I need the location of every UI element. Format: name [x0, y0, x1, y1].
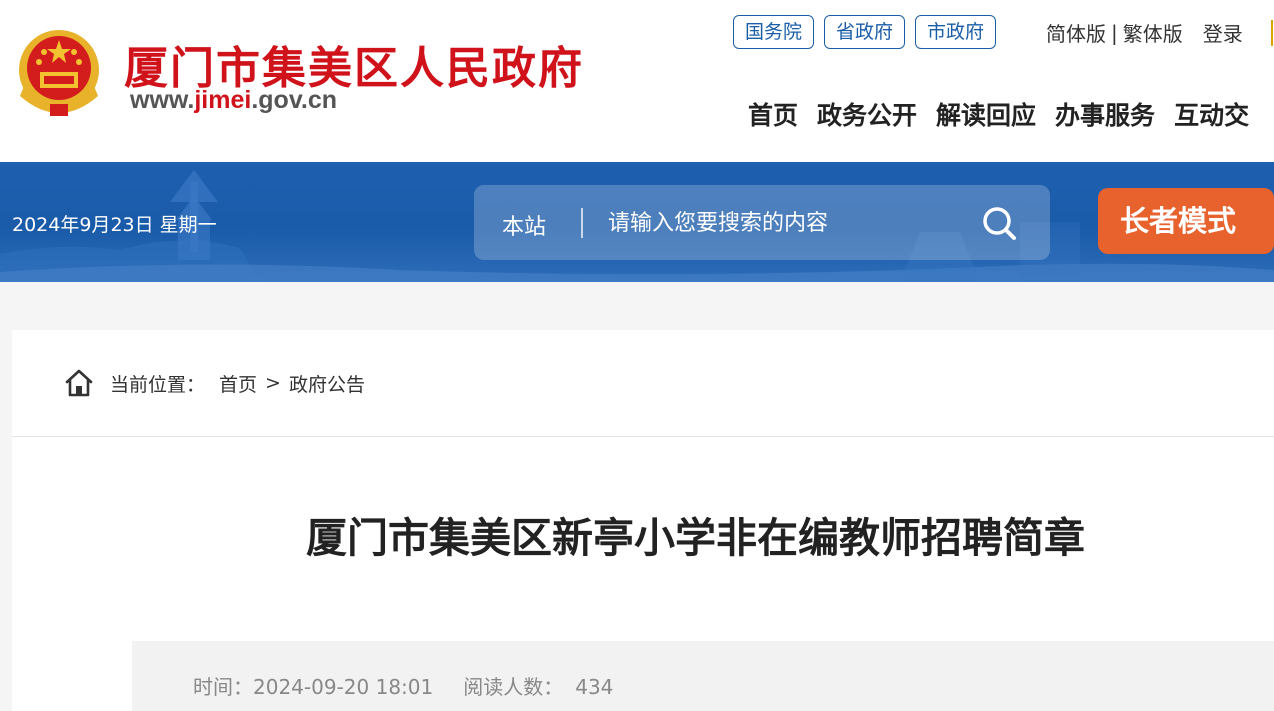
search-box: 本站	[474, 185, 1050, 260]
nav-services[interactable]: 办事服务	[1055, 96, 1155, 132]
view-count: 434	[575, 675, 614, 699]
main-nav: 首页 政务公开 解读回应 办事服务 互动交	[748, 96, 1249, 132]
gov-link-city[interactable]: 市政府	[915, 15, 997, 49]
breadcrumb-label: 当前位置：	[110, 373, 206, 396]
lang-separator: |	[1111, 20, 1118, 45]
url-prefix: www.	[130, 86, 195, 114]
search-scope[interactable]: 本站	[502, 209, 546, 241]
breadcrumb-separator: >	[265, 372, 281, 394]
traditional-chinese-link[interactable]: 繁体版	[1123, 18, 1183, 47]
breadcrumb-divider	[12, 436, 1274, 437]
gov-link-state-council[interactable]: 国务院	[733, 15, 815, 49]
article-title: 厦门市集美区新亭小学非在编教师招聘简章	[306, 514, 1085, 562]
url-highlight: jimei	[194, 86, 252, 114]
nav-home[interactable]: 首页	[748, 96, 798, 132]
search-banner: 2024年9月23日 星期一 本站 长者模式	[0, 162, 1274, 282]
search-input[interactable]	[608, 203, 968, 243]
breadcrumb: 当前位置： 首页 > 政府公告	[64, 368, 365, 398]
article-panel: 当前位置： 首页 > 政府公告 厦门市集美区新亭小学非在编教师招聘简章 时间：2…	[12, 330, 1274, 711]
elder-mode-button[interactable]: 长者模式	[1098, 188, 1274, 254]
language-links: 简体版 | 繁体版 登录	[1046, 18, 1243, 47]
home-icon[interactable]	[64, 368, 94, 398]
article-meta: 时间：2024-09-20 18:01 阅读人数： 434	[193, 671, 613, 700]
nav-interaction[interactable]: 互动交	[1174, 96, 1249, 132]
government-links: 国务院 省政府 市政府	[733, 15, 997, 49]
view-count-label: 阅读人数：	[463, 675, 564, 699]
header-accent-bar	[1271, 20, 1273, 46]
search-divider	[581, 208, 583, 238]
national-emblem-icon	[19, 30, 99, 116]
gov-link-province[interactable]: 省政府	[824, 15, 906, 49]
site-header: 厦门市集美区人民政府 www.jimei.gov.cn 国务院 省政府 市政府 …	[0, 0, 1274, 162]
simplified-chinese-link[interactable]: 简体版	[1046, 18, 1106, 47]
article-meta-bar: 时间：2024-09-20 18:01 阅读人数： 434	[132, 641, 1274, 711]
current-date: 2024年9月23日 星期一	[12, 214, 217, 236]
publish-time-label: 时间：	[193, 675, 253, 699]
site-url: www.jimei.gov.cn	[130, 86, 337, 115]
breadcrumb-home[interactable]: 首页	[219, 370, 257, 397]
login-link[interactable]: 登录	[1203, 18, 1243, 47]
nav-interpretation[interactable]: 解读回应	[936, 96, 1036, 132]
breadcrumb-current[interactable]: 政府公告	[289, 370, 365, 397]
publish-time: 2024-09-20 18:01	[253, 675, 434, 699]
search-icon[interactable]	[978, 203, 1020, 243]
url-suffix: .gov.cn	[251, 86, 338, 114]
nav-government-affairs[interactable]: 政务公开	[817, 96, 917, 132]
